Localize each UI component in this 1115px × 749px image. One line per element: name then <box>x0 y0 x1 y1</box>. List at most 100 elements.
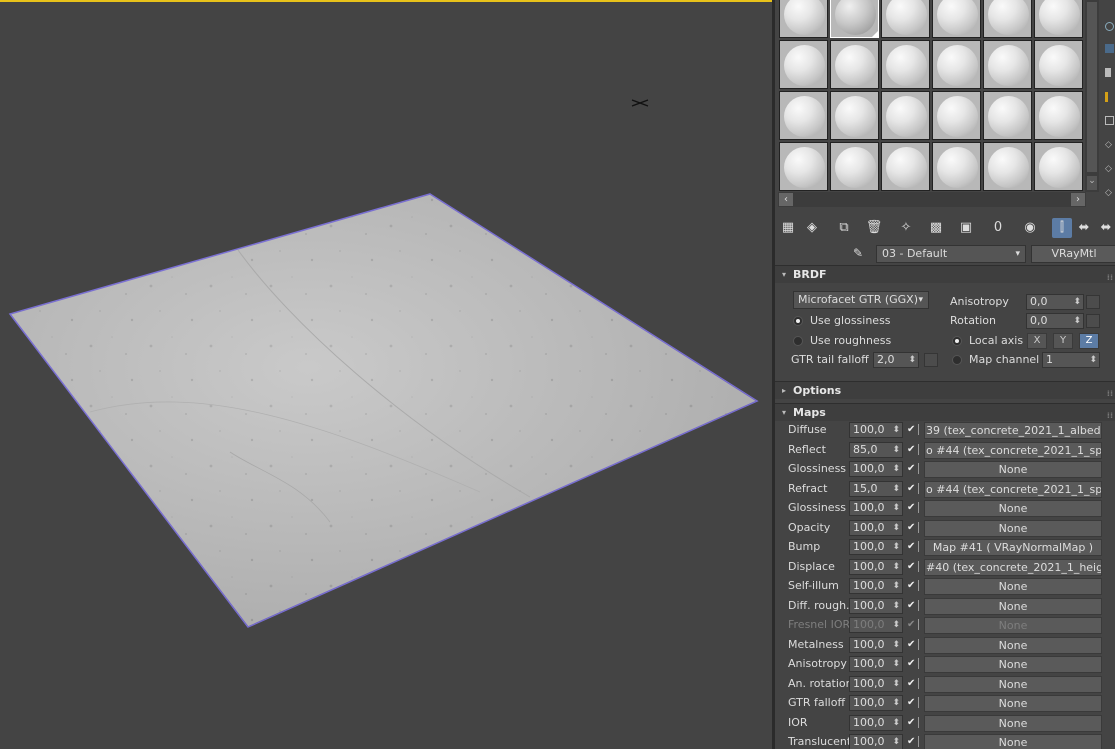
map-enable-checkbox[interactable]: ✔ <box>907 736 918 747</box>
save-icon[interactable]: ▣ <box>956 218 976 238</box>
material-slot[interactable] <box>830 40 879 89</box>
use-roughness-radio[interactable] <box>793 336 803 346</box>
material-slot[interactable] <box>983 40 1032 89</box>
map-button[interactable]: #40 (tex_concrete_2021_1_heights_ <box>924 558 1102 576</box>
map-enable-checkbox[interactable]: ✔ <box>907 580 918 591</box>
gtr-tail-map-button[interactable] <box>924 353 938 367</box>
backlight-icon[interactable] <box>1105 44 1114 53</box>
map-amount-spinner[interactable]: 100,0 <box>849 461 903 477</box>
scroll-down-arrow-icon[interactable]: ⌄ <box>1087 176 1097 190</box>
material-slot[interactable] <box>983 0 1032 38</box>
map-button[interactable]: None <box>924 695 1102 712</box>
map-enable-checkbox[interactable]: ✔ <box>907 561 918 572</box>
slots-vertical-scrollbar[interactable]: ⌄ <box>1085 0 1099 192</box>
material-type-button[interactable]: VRayMtl <box>1031 245 1115 263</box>
map-button[interactable]: Map #41 ( VRayNormalMap ) <box>924 539 1102 556</box>
video-color-check-icon[interactable] <box>1105 116 1114 125</box>
map-enable-checkbox[interactable]: ✔ <box>907 600 918 611</box>
assign-to-selection-icon[interactable]: ⧉ <box>834 218 854 238</box>
map-enable-checkbox[interactable]: ✔ <box>907 463 918 474</box>
material-slot[interactable] <box>881 91 930 140</box>
material-slot[interactable] <box>881 40 930 89</box>
get-material-icon[interactable]: ▦ <box>778 218 798 238</box>
map-channel-radio[interactable] <box>952 355 962 365</box>
background-icon[interactable] <box>1105 68 1111 77</box>
use-glossiness-radio[interactable] <box>793 316 803 326</box>
map-amount-spinner[interactable]: 100,0 <box>849 422 903 438</box>
material-slot-active[interactable] <box>830 0 879 38</box>
material-slot[interactable] <box>779 91 828 140</box>
map-amount-spinner[interactable]: 100,0 <box>849 539 903 555</box>
material-slot[interactable] <box>983 91 1032 140</box>
material-slot[interactable] <box>932 91 981 140</box>
drag-grip-icon[interactable]: ⁞⁞ <box>1107 269 1113 286</box>
go-to-parent-icon[interactable]: ⬌ <box>1074 218 1094 238</box>
map-enable-checkbox[interactable]: ✔ <box>907 639 918 650</box>
map-button[interactable]: 39 (tex_concrete_2021_1_albedo_c <box>924 422 1102 439</box>
scrollbar-thumb[interactable] <box>1087 2 1097 172</box>
anisotropy-map-button[interactable] <box>1086 295 1100 309</box>
map-enable-checkbox[interactable]: ✔ <box>907 658 918 669</box>
rotation-map-button[interactable] <box>1086 314 1100 328</box>
material-slot[interactable] <box>932 40 981 89</box>
make-preview-icon[interactable]: ◇ <box>1105 140 1115 150</box>
material-slot[interactable] <box>830 91 879 140</box>
delete-icon[interactable]: 🗑 <box>864 218 884 238</box>
map-enable-checkbox[interactable]: ✔ <box>907 424 918 435</box>
map-enable-checkbox[interactable]: ✔ <box>907 502 918 513</box>
map-amount-spinner[interactable]: 100,0 <box>849 519 903 536</box>
axis-x-button[interactable]: X <box>1027 333 1047 349</box>
slots-horizontal-scrollbar[interactable]: ‹ › <box>778 192 1086 207</box>
put-to-scene-icon[interactable]: ◈ <box>802 218 822 238</box>
map-amount-spinner[interactable]: 100,0 <box>849 734 903 749</box>
brdf-rollout-header[interactable]: BRDF ⁞⁞ <box>775 265 1115 283</box>
options-icon[interactable]: ◇ <box>1105 164 1115 174</box>
scroll-left-arrow-icon[interactable]: ‹ <box>779 193 793 206</box>
map-enable-checkbox[interactable]: ✔ <box>907 522 918 533</box>
material-slot[interactable] <box>881 142 930 191</box>
material-id-channel-icon[interactable]: 0 <box>988 218 1008 238</box>
go-forward-to-sibling-icon[interactable]: ⬌ <box>1096 218 1115 238</box>
map-amount-spinner[interactable]: 100,0 <box>849 558 903 575</box>
sample-uv-tiling-icon[interactable] <box>1105 92 1108 102</box>
material-slot[interactable] <box>779 40 828 89</box>
map-amount-spinner[interactable]: 15,0 <box>849 480 903 497</box>
map-button[interactable]: None <box>924 519 1102 537</box>
map-amount-spinner[interactable]: 100,0 <box>849 714 903 731</box>
local-axis-radio[interactable] <box>952 336 962 346</box>
map-amount-spinner[interactable]: 100,0 <box>849 656 903 672</box>
drag-grip-icon[interactable]: ⁞⁞ <box>1107 385 1113 402</box>
map-amount-spinner[interactable]: 100,0 <box>849 500 903 516</box>
select-by-material-icon[interactable]: ◇ <box>1105 188 1115 198</box>
map-button[interactable]: None <box>924 714 1102 732</box>
material-slot[interactable] <box>983 142 1032 191</box>
map-button[interactable]: None <box>924 675 1102 693</box>
map-enable-checkbox[interactable]: ✔ <box>907 483 918 494</box>
eyedropper-icon[interactable]: ✎ <box>853 246 869 262</box>
viewport[interactable] <box>0 0 772 749</box>
map-amount-spinner[interactable]: 100,0 <box>849 578 903 594</box>
material-slot[interactable] <box>1034 142 1083 191</box>
material-slot[interactable] <box>1034 91 1083 140</box>
map-enable-checkbox[interactable]: ✔ <box>907 717 918 728</box>
map-button[interactable]: None <box>924 656 1102 673</box>
map-amount-spinner[interactable]: 85,0 <box>849 441 903 458</box>
map-amount-spinner[interactable]: 100,0 <box>849 597 903 614</box>
anisotropy-spinner[interactable]: 0,0 <box>1026 294 1084 310</box>
material-slot[interactable] <box>932 0 981 38</box>
map-amount-spinner[interactable]: 100,0 <box>849 695 903 711</box>
map-enable-checkbox[interactable]: ✔ <box>907 444 918 455</box>
material-slot[interactable] <box>779 142 828 191</box>
map-button[interactable]: o #44 (tex_concrete_2021_1_spec.jp <box>924 441 1102 459</box>
map-button[interactable]: None <box>924 461 1102 478</box>
axis-y-button[interactable]: Y <box>1053 333 1073 349</box>
material-slot[interactable] <box>830 142 879 191</box>
make-unique-icon[interactable]: ✧ <box>896 218 916 238</box>
map-amount-spinner[interactable]: 100,0 <box>849 636 903 653</box>
map-button[interactable]: None <box>924 597 1102 615</box>
axis-z-button[interactable]: Z <box>1079 333 1099 349</box>
map-button[interactable]: None <box>924 734 1102 749</box>
put-to-library-icon[interactable]: ▩ <box>926 218 946 238</box>
maps-rollout-header[interactable]: Maps⁞⁞ <box>775 403 1115 421</box>
map-button[interactable]: None <box>924 500 1102 517</box>
